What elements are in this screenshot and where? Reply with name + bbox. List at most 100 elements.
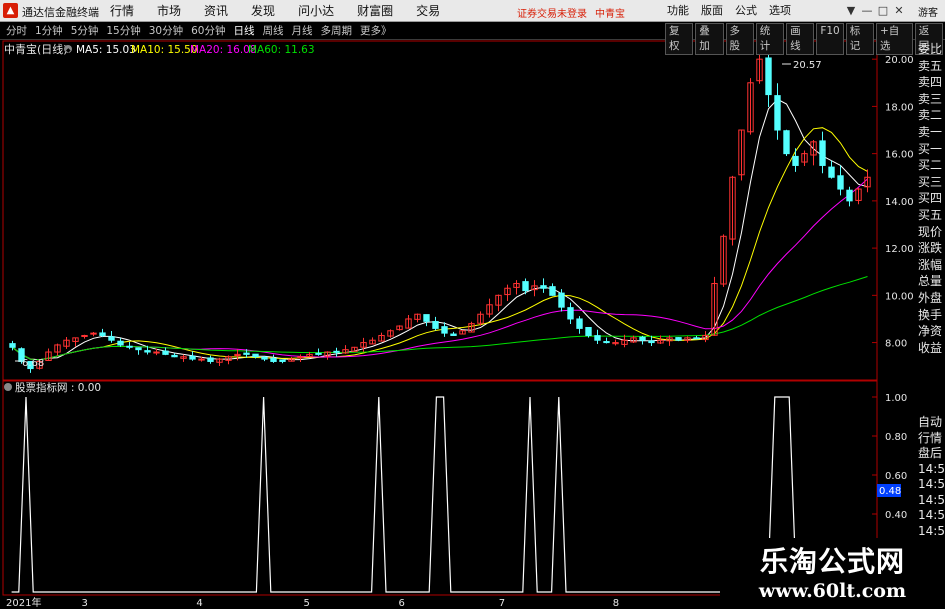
tick-panel-item[interactable]: 行情 bbox=[918, 431, 945, 447]
period-tab[interactable]: 月线 bbox=[292, 22, 313, 40]
side-panel-item[interactable]: 买五 bbox=[918, 208, 945, 225]
minimize-icon[interactable]: — bbox=[859, 0, 875, 22]
guest-user[interactable]: 游客 bbox=[918, 4, 938, 19]
quote-side-panel: 委比 卖五 卖四 卖三 卖二 卖一 买一 买二 买三 买四 买五 现价 涨跌 涨幅 总量 外盘 换手 净资 收益 bbox=[918, 42, 945, 382]
period-tab[interactable]: 更多》 bbox=[360, 22, 392, 40]
period-tab[interactable]: 30分钟 bbox=[149, 22, 183, 40]
side-panel-item[interactable]: 卖五 bbox=[918, 59, 945, 76]
period-tab[interactable]: 周线 bbox=[263, 22, 284, 40]
menu-news[interactable]: 资讯 bbox=[204, 0, 228, 22]
tool-multi-stock-button[interactable]: 多股 bbox=[725, 23, 754, 55]
menu-quotes[interactable]: 行情 bbox=[110, 0, 134, 22]
date-axis-label: 8 bbox=[613, 598, 619, 609]
candle-body bbox=[243, 352, 250, 355]
candle-body bbox=[774, 95, 781, 131]
tool-statistics-button[interactable]: 统计 bbox=[755, 23, 785, 55]
tool-adjust-button[interactable]: 复权 bbox=[665, 23, 694, 55]
tick-panel-item[interactable]: 14:50 bbox=[918, 508, 945, 524]
side-panel-item[interactable]: 换手 bbox=[918, 308, 945, 325]
tool-overlay-button[interactable]: 叠加 bbox=[695, 23, 724, 55]
indicator-tick-label: 0.60 bbox=[885, 471, 907, 482]
side-panel-item[interactable]: 买二 bbox=[918, 158, 945, 175]
dropdown-icon[interactable]: ▼ bbox=[843, 0, 859, 22]
low-price-label: 6.68 bbox=[22, 358, 44, 369]
close-icon[interactable]: ✕ bbox=[891, 0, 907, 22]
side-panel-item[interactable]: 卖三 bbox=[918, 92, 945, 109]
candle-body bbox=[693, 337, 700, 340]
side-panel-item[interactable]: 现价 bbox=[918, 225, 945, 242]
tool-mark-button[interactable]: 标记 bbox=[845, 23, 874, 55]
menu-formula[interactable]: 公式 bbox=[735, 0, 757, 22]
menu-wealth[interactable]: 财富圈 bbox=[357, 0, 393, 22]
side-panel-item[interactable]: 总量 bbox=[918, 274, 945, 291]
tick-panel-item[interactable]: 14:50 bbox=[918, 462, 945, 478]
tool-f10-button[interactable]: F10 bbox=[816, 23, 844, 55]
tick-panel-item[interactable]: 14:50 bbox=[918, 477, 945, 493]
menu-market[interactable]: 市场 bbox=[157, 0, 181, 22]
watermark-title: 乐淘公式网 bbox=[759, 545, 905, 578]
tick-side-panel: 自动行情盘后14:5014:5014:5014:5014:5014:50 bbox=[918, 415, 945, 555]
price-tick-label: 8.00 bbox=[885, 339, 907, 350]
candle-body bbox=[99, 332, 106, 336]
date-axis: 2021年 3 4 5 6 7 8 bbox=[6, 596, 619, 609]
candle-body bbox=[450, 333, 457, 336]
candle-body bbox=[162, 350, 169, 355]
tick-panel-item[interactable]: 盘后 bbox=[918, 446, 945, 462]
candle-body bbox=[315, 352, 322, 355]
side-panel-item[interactable]: 卖一 bbox=[918, 125, 945, 142]
side-panel-item[interactable]: 外盘 bbox=[918, 291, 945, 308]
menu-layout[interactable]: 版面 bbox=[701, 0, 723, 22]
menu-discover[interactable]: 发现 bbox=[251, 0, 275, 22]
tool-add-watchlist-button[interactable]: +自选 bbox=[876, 23, 913, 55]
tick-panel-item[interactable]: 自动 bbox=[918, 415, 945, 431]
period-tab[interactable]: 60分钟 bbox=[191, 22, 225, 40]
side-panel-item[interactable]: 收益 bbox=[918, 341, 945, 358]
candle-body bbox=[144, 350, 151, 353]
candle-body bbox=[261, 356, 268, 360]
side-panel-item[interactable]: 委比 bbox=[918, 42, 945, 59]
tick-panel-item[interactable]: 14:50 bbox=[918, 493, 945, 509]
candle-body bbox=[279, 359, 286, 362]
period-tab[interactable]: 5分钟 bbox=[71, 22, 99, 40]
app-name: 通达信金融终端 bbox=[22, 6, 99, 19]
candle-body bbox=[792, 155, 799, 166]
period-tab[interactable]: 1分钟 bbox=[35, 22, 63, 40]
side-panel-item[interactable]: 卖二 bbox=[918, 108, 945, 125]
period-tab[interactable]: 多周期 bbox=[321, 22, 353, 40]
menu-trade[interactable]: 交易 bbox=[416, 0, 440, 22]
tool-draw-button[interactable]: 画线 bbox=[786, 23, 815, 55]
side-panel-item[interactable]: 卖四 bbox=[918, 75, 945, 92]
candle-body bbox=[81, 334, 88, 337]
side-panel-item[interactable]: 涨幅 bbox=[918, 258, 945, 275]
period-tab[interactable]: 日线 bbox=[234, 22, 255, 40]
candle-body bbox=[675, 337, 682, 341]
candlesticks bbox=[9, 45, 871, 373]
side-panel-item[interactable]: 买四 bbox=[918, 191, 945, 208]
menu-function[interactable]: 功能 bbox=[667, 0, 689, 22]
candle-body bbox=[549, 286, 556, 296]
side-panel-item[interactable]: 买一 bbox=[918, 142, 945, 159]
title-bar: ▲ 通达信金融终端 行情 市场 资讯 发现 问小达 财富圈 交易 证券交易未登录… bbox=[0, 0, 945, 22]
main-chart-title: 中青宝(日线) bbox=[4, 42, 68, 56]
menu-ask[interactable]: 问小达 bbox=[298, 0, 334, 22]
date-axis-label: 5 bbox=[303, 598, 309, 609]
candle-body bbox=[639, 336, 646, 341]
menu-options[interactable]: 选项 bbox=[769, 0, 791, 22]
ma60-line bbox=[12, 276, 868, 361]
side-panel-item[interactable]: 买三 bbox=[918, 175, 945, 192]
period-tab[interactable]: 分时 bbox=[6, 22, 27, 40]
side-panel-item[interactable]: 涨跌 bbox=[918, 241, 945, 258]
candle-body bbox=[333, 350, 340, 353]
candle-body bbox=[837, 175, 844, 190]
side-panel-item[interactable]: 净资 bbox=[918, 324, 945, 341]
login-notice[interactable]: 证券交易未登录 bbox=[517, 5, 587, 20]
ma60-label: MA60: 11.63 bbox=[248, 44, 315, 56]
candle-body bbox=[189, 355, 196, 360]
chart-tools: 复权 叠加 多股 统计 画线 F10 标记 +自选 返回 bbox=[665, 23, 945, 55]
maximize-icon[interactable]: □ bbox=[875, 0, 891, 22]
period-tab[interactable]: 15分钟 bbox=[106, 22, 140, 40]
ma-icon: ◆ bbox=[64, 45, 72, 54]
candle-body bbox=[117, 340, 124, 346]
candle-body bbox=[198, 358, 205, 361]
current-stock-name: 中青宝 bbox=[595, 9, 625, 20]
